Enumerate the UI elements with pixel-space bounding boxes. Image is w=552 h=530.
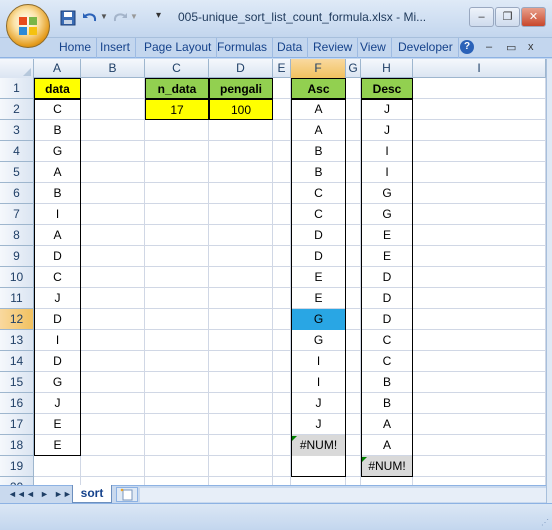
status-bar: ⋰ (0, 503, 552, 530)
data-header-cell[interactable]: data (34, 78, 81, 99)
row-header-7[interactable]: 7 (0, 204, 34, 225)
restore-button[interactable]: ❐ (495, 7, 520, 27)
redo-dropdown-icon[interactable]: ▼ (130, 12, 138, 21)
title-bar: ▼ ▼ ▾ 005-unique_sort_list_count_formula… (0, 0, 552, 48)
column-header-g[interactable]: G (346, 59, 361, 78)
tab-review[interactable]: Review (308, 38, 359, 58)
row-header-13[interactable]: 13 (0, 330, 34, 351)
row-header-2[interactable]: 2 (0, 99, 34, 120)
select-all-button[interactable] (0, 59, 34, 78)
row-header-10[interactable]: 10 (0, 267, 34, 288)
office-button[interactable] (6, 4, 50, 48)
tab-home[interactable]: Home (54, 38, 98, 58)
last-sheet-button[interactable]: ►► (54, 489, 72, 499)
sheet-tab-sort[interactable]: sort (72, 485, 112, 503)
ribbon-tabs: Home Insert Page Layout Formulas Data Re… (0, 38, 552, 58)
tab-data[interactable]: Data (272, 38, 309, 58)
insert-sheet-icon (120, 488, 133, 501)
next-sheet-button[interactable]: ► (40, 489, 49, 499)
row-header-11[interactable]: 11 (0, 288, 34, 309)
column-header-b[interactable]: B (81, 59, 145, 78)
n-data-header-cell[interactable]: n_data (145, 78, 209, 99)
tab-developer[interactable]: Developer (393, 38, 459, 58)
row-header-17[interactable]: 17 (0, 414, 34, 435)
column-header-c[interactable]: C (145, 59, 209, 78)
row-header-8[interactable]: 8 (0, 225, 34, 246)
row-header-15[interactable]: 15 (0, 372, 34, 393)
minimize-button[interactable]: – (469, 7, 494, 27)
column-header-e[interactable]: E (273, 59, 291, 78)
pengali-value-cell[interactable]: 100 (209, 99, 273, 120)
row-header-4[interactable]: 4 (0, 141, 34, 162)
ribbon-close-button[interactable]: x (528, 41, 534, 53)
ribbon-minimize-button[interactable]: – (486, 41, 492, 53)
gridline (272, 78, 273, 485)
row-header-3[interactable]: 3 (0, 120, 34, 141)
resize-grip-icon[interactable]: ⋰ (541, 518, 549, 527)
column-header-f[interactable]: F (291, 59, 346, 78)
ribbon-restore-button[interactable]: ▭ (506, 41, 516, 54)
row-header-14[interactable]: 14 (0, 351, 34, 372)
tab-view[interactable]: View (355, 38, 392, 58)
column-header-i[interactable]: I (413, 59, 546, 78)
undo-dropdown-icon[interactable]: ▼ (100, 12, 108, 21)
n-data-value-cell[interactable]: 17 (145, 99, 209, 120)
insert-sheet-button[interactable] (116, 487, 138, 502)
redo-icon[interactable] (112, 10, 128, 26)
undo-icon[interactable] (82, 10, 98, 26)
window-title: 005-unique_sort_list_count_formula.xlsx … (178, 10, 427, 24)
desc-header-cell[interactable]: Desc (361, 78, 413, 99)
row-header-6[interactable]: 6 (0, 183, 34, 204)
asc-range-border (291, 99, 346, 477)
tab-formulas[interactable]: Formulas (212, 38, 274, 58)
row-header-9[interactable]: 9 (0, 246, 34, 267)
prev-sheet-button[interactable]: ◄ (26, 489, 35, 499)
office-logo-icon (19, 17, 39, 37)
customize-qat-icon[interactable]: ▾ (156, 10, 161, 21)
save-icon[interactable] (60, 10, 76, 26)
column-header-h[interactable]: H (361, 59, 413, 78)
desc-range-border (361, 99, 413, 477)
pengali-header-cell[interactable]: pengali (209, 78, 273, 99)
horizontal-scrollbar[interactable] (140, 488, 546, 502)
row-header-20[interactable]: 20 (0, 477, 34, 485)
tab-insert[interactable]: Insert (95, 38, 137, 58)
close-button[interactable]: ✕ (521, 7, 546, 27)
asc-header-cell[interactable]: Asc (291, 78, 346, 99)
vertical-scrollbar[interactable] (546, 59, 552, 503)
first-sheet-button[interactable]: ◄◄ (8, 489, 26, 499)
row-header-12[interactable]: 12 (0, 309, 34, 330)
row-header-18[interactable]: 18 (0, 435, 34, 456)
row-header-16[interactable]: 16 (0, 393, 34, 414)
data-range-border (34, 99, 81, 456)
worksheet-grid[interactable]: ABCDEFGHI 123456789101112131415161718192… (0, 59, 546, 485)
row-header-5[interactable]: 5 (0, 162, 34, 183)
row-header-19[interactable]: 19 (0, 456, 34, 477)
gridline (144, 78, 145, 485)
gridline (208, 78, 209, 485)
row-header-1[interactable]: 1 (0, 78, 34, 99)
help-icon[interactable]: ? (460, 40, 474, 54)
tab-page-layout[interactable]: Page Layout (139, 38, 218, 58)
sheet-tab-bar: ◄◄ ◄ ► ►► sort (0, 485, 546, 503)
column-header-a[interactable]: A (34, 59, 81, 78)
column-header-d[interactable]: D (209, 59, 273, 78)
